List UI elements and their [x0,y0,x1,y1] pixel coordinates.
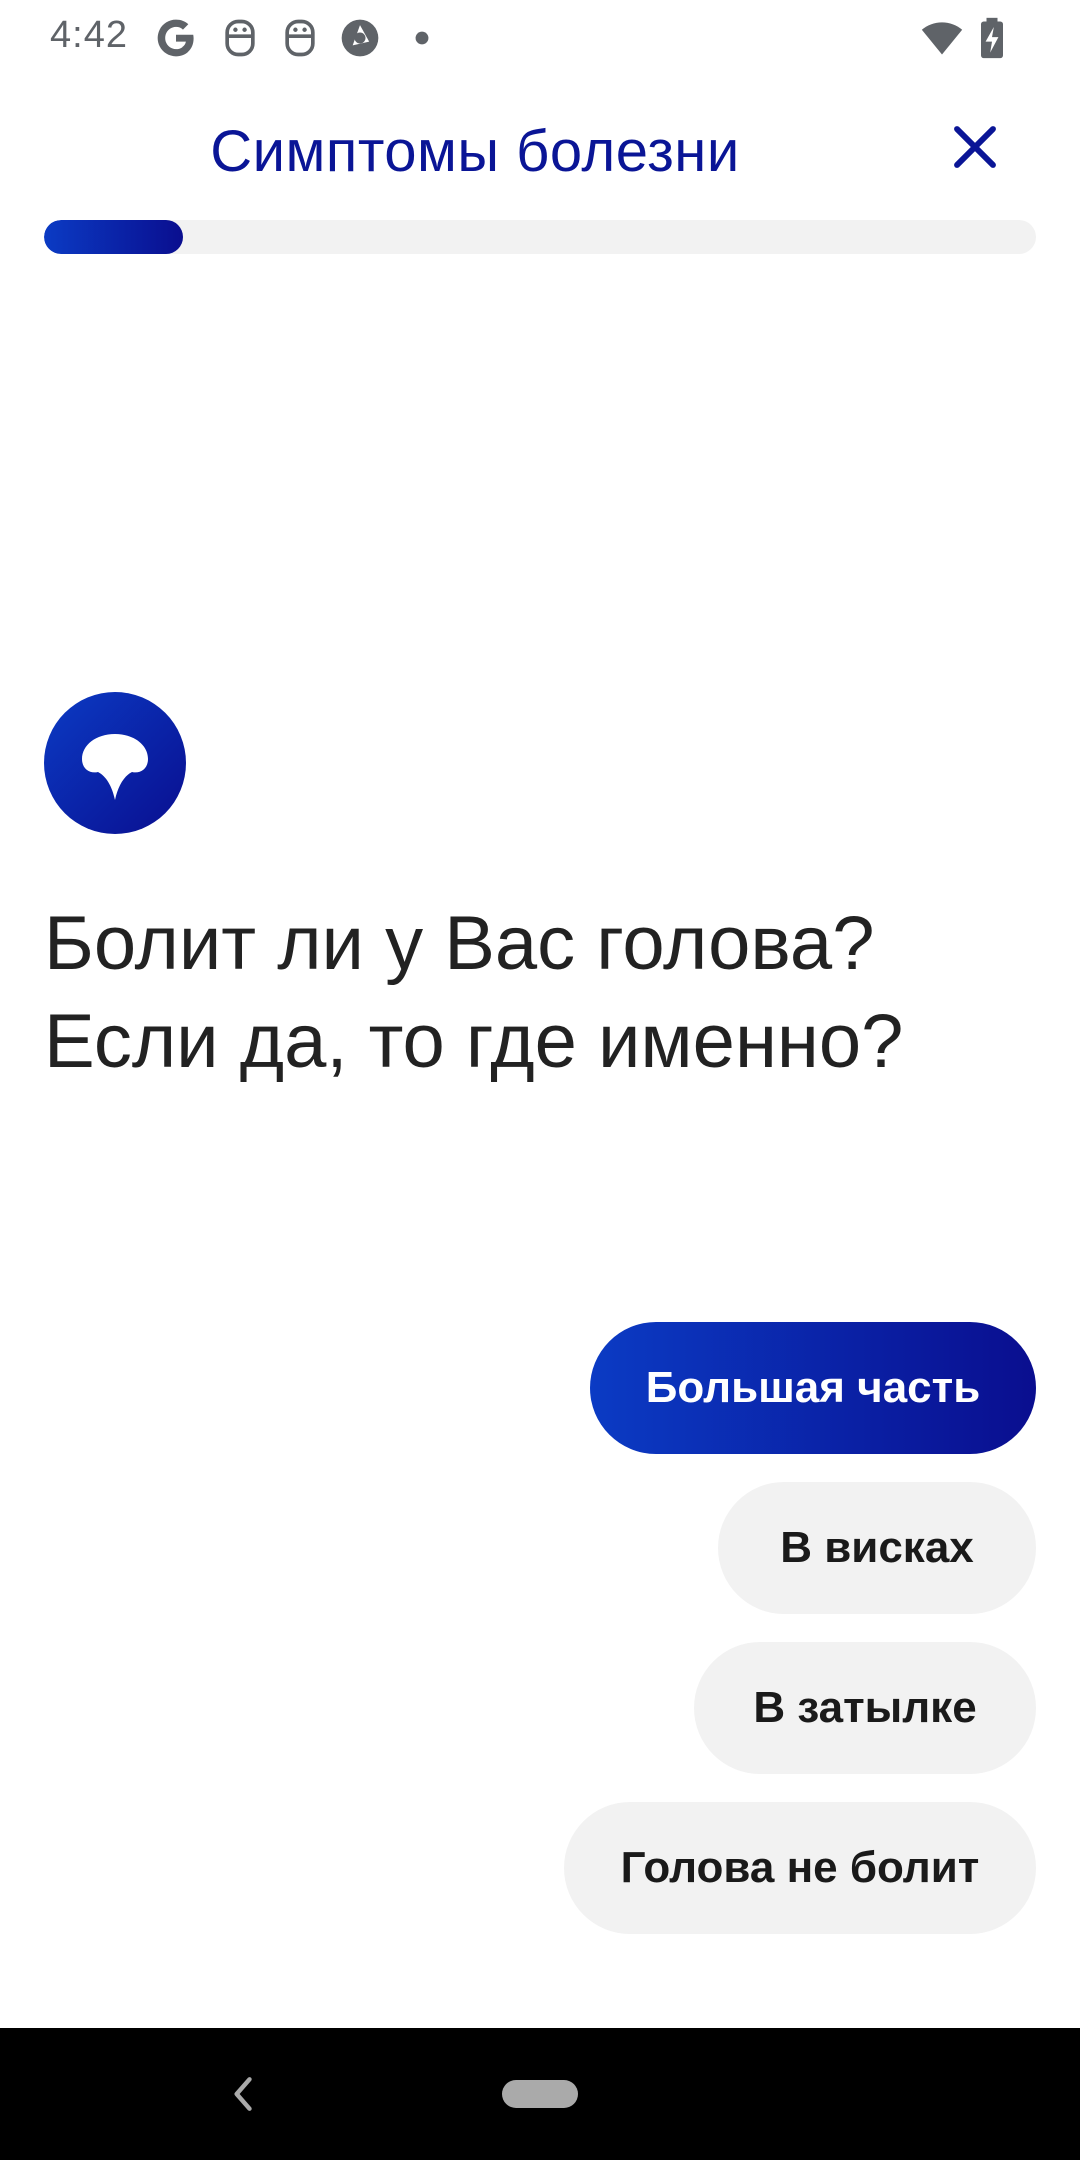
bot-avatar [44,692,186,834]
dot-icon [400,16,444,60]
status-time: 4:42 [50,14,128,56]
screen: 4:42 Симптомы болезни Болит ли у Вас гол… [0,0,1080,2160]
status-bar: 4:42 [0,0,1080,80]
google-icon [154,16,198,60]
question-line: Если да, то где именно? [44,999,904,1084]
back-icon [234,2077,252,2111]
navigation-bar [0,2028,1080,2160]
question-line: Болит ли у Вас голова? [44,901,875,986]
answer-option-most-of-head[interactable]: Большая часть [590,1322,1036,1454]
aperture-icon [338,16,382,60]
answer-option-temples[interactable]: В висках [718,1482,1036,1614]
progress-bar [44,220,1036,254]
home-pill-icon[interactable] [502,2080,578,2108]
battery-charging-icon [970,16,1014,60]
robot-icon [218,16,262,60]
page-title: Симптомы болезни [210,119,740,184]
answer-option-no-headache[interactable]: Голова не болит [564,1802,1036,1934]
progress-fill [44,220,183,254]
wifi-icon [920,16,964,60]
close-button[interactable] [948,120,1002,174]
question-message: Болит ли у Вас голова? Если да, то где и… [44,895,1044,1091]
robot-icon [278,16,322,60]
bot-logo-icon [82,734,148,800]
answer-option-back-of-head[interactable]: В затылке [694,1642,1036,1774]
back-button[interactable] [222,2072,266,2116]
close-icon [954,126,996,168]
